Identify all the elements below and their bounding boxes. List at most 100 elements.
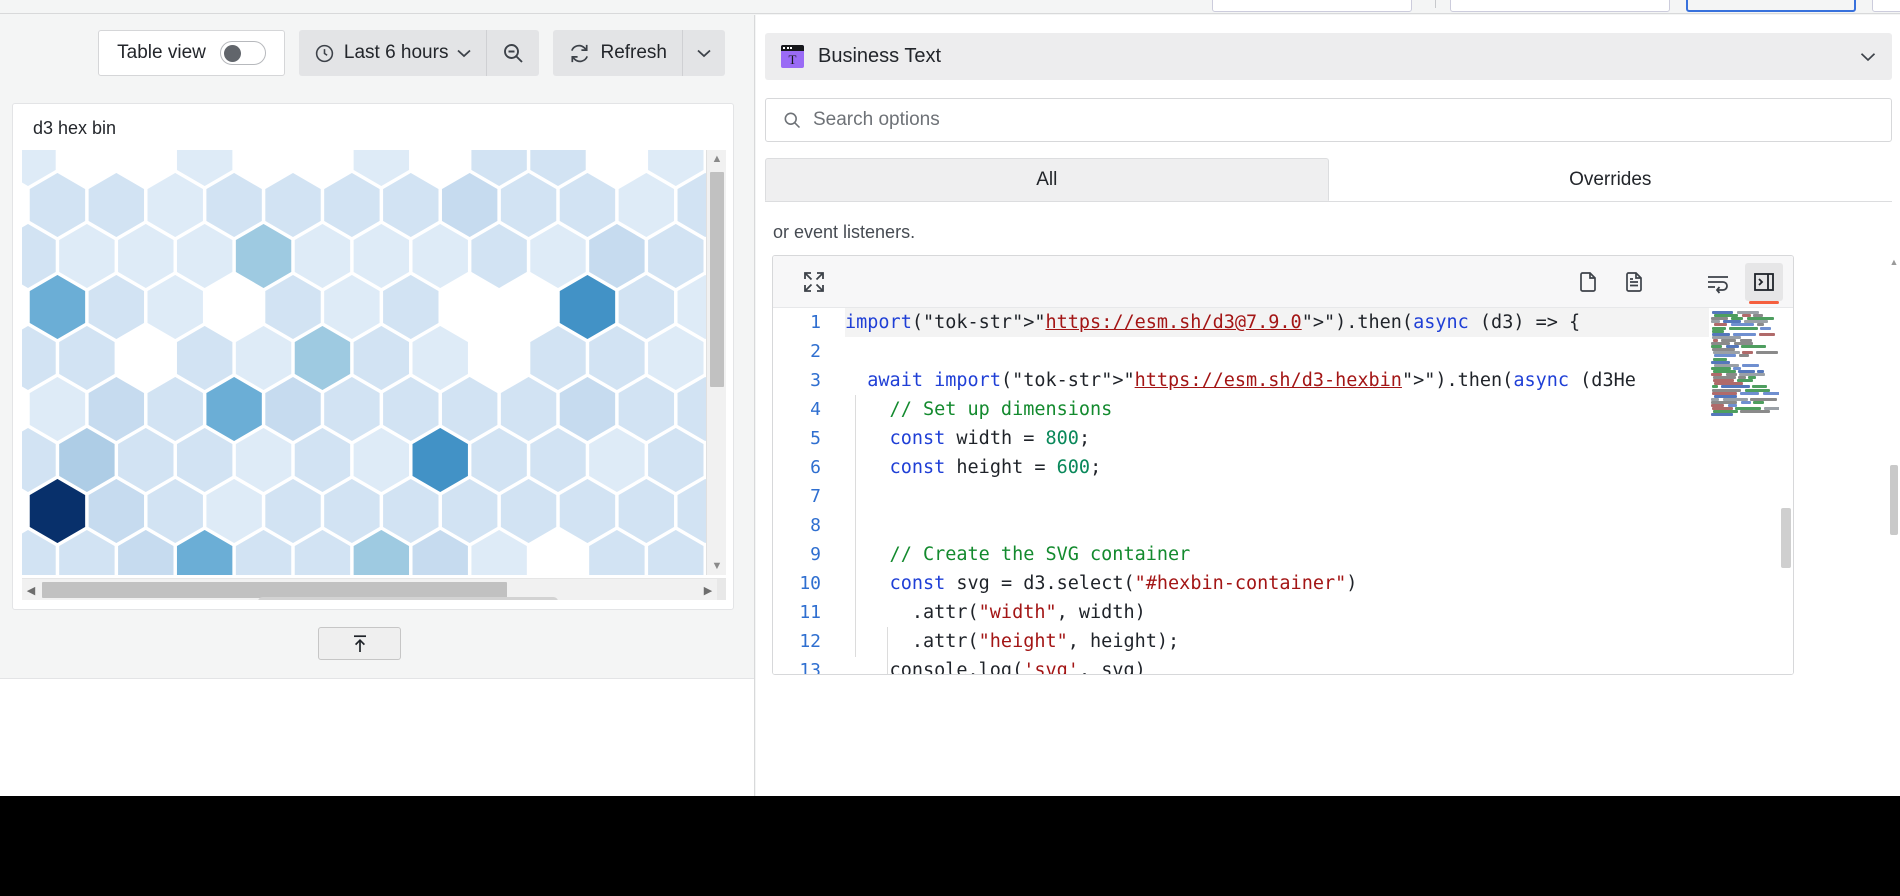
top-field-2[interactable] xyxy=(1450,0,1670,12)
code-line[interactable]: // Set up dimensions xyxy=(845,395,1112,424)
clock-icon xyxy=(314,43,335,64)
editor-scroll-thumb[interactable] xyxy=(1781,508,1791,568)
table-view-switch[interactable]: Table view xyxy=(98,30,285,76)
search-icon xyxy=(782,110,802,130)
hexbin-viewport xyxy=(22,150,717,575)
table-view-toggle[interactable] xyxy=(220,41,266,65)
triangle-down-icon[interactable]: ▼ xyxy=(707,557,726,575)
code-line[interactable]: console.log('svg', svg) xyxy=(845,656,1146,675)
triangle-right-icon[interactable]: ▶ xyxy=(699,579,717,600)
minimap-row xyxy=(1741,345,1766,348)
document-lines-icon[interactable] xyxy=(1615,263,1653,301)
options-panel-title: Business Text xyxy=(818,45,941,68)
dashboard-left-pane: Table view Last 6 hours xyxy=(0,15,755,796)
time-range-picker-button[interactable]: Last 6 hours xyxy=(299,30,487,76)
minimap-row xyxy=(1712,385,1718,388)
hexbin-panel: d3 hex bin ▲ ▼ ◀ ▶ xyxy=(12,103,734,610)
editor-vertical-scrollbar[interactable] xyxy=(1779,308,1793,675)
top-field-1[interactable] xyxy=(1212,0,1412,12)
code-editor: 123456789101112131415 import("tok-str">"… xyxy=(772,255,1794,675)
line-number: 13 xyxy=(799,656,821,675)
top-field-3-focused[interactable] xyxy=(1686,0,1856,12)
expand-icon[interactable] xyxy=(795,263,833,301)
code-area[interactable]: 123456789101112131415 import("tok-str">"… xyxy=(773,308,1794,675)
zoom-out-button[interactable] xyxy=(487,30,539,76)
scrollbar-corner xyxy=(717,579,726,600)
tab-all-label: All xyxy=(1036,169,1057,191)
minimap-row xyxy=(1714,323,1727,326)
line-number: 2 xyxy=(810,337,821,366)
options-panel-header[interactable]: T Business Text xyxy=(765,33,1892,80)
screen-bottom-letterbox xyxy=(0,796,1900,896)
chevron-down-icon xyxy=(697,49,711,58)
minimap-row xyxy=(1741,401,1751,404)
minimap-row xyxy=(1711,413,1733,416)
tab-overrides[interactable]: Overrides xyxy=(1329,158,1893,201)
line-number: 8 xyxy=(810,511,821,540)
minimap-row xyxy=(1731,323,1754,326)
word-wrap-icon[interactable] xyxy=(1699,263,1737,301)
time-range-group: Last 6 hours xyxy=(299,30,540,76)
new-file-icon[interactable] xyxy=(1569,263,1607,301)
dashboard-toolbar: Table view Last 6 hours xyxy=(0,15,755,91)
hexbin-vertical-scrollbar[interactable]: ▲ ▼ xyxy=(706,150,726,575)
refresh-label: Refresh xyxy=(600,42,667,64)
options-tabs: All Overrides xyxy=(765,158,1892,202)
line-number: 11 xyxy=(799,598,821,627)
line-number: 7 xyxy=(810,482,821,511)
triangle-up-icon[interactable]: ▲ xyxy=(1888,255,1900,269)
options-scroll-thumb[interactable] xyxy=(1890,465,1898,535)
code-line[interactable]: const svg = d3.select("#hexbin-container… xyxy=(845,569,1357,598)
chevron-down-icon xyxy=(457,49,471,58)
minimap-row xyxy=(1757,323,1764,326)
line-number: 9 xyxy=(810,540,821,569)
code-minimap[interactable] xyxy=(1709,308,1781,675)
h-scroll-thumb[interactable] xyxy=(42,582,507,598)
options-right-pane: T Business Text All Overrides xyxy=(756,15,1900,796)
code-line[interactable]: await import("tok-str">"https://esm.sh/d… xyxy=(845,366,1636,395)
refresh-interval-dropdown[interactable] xyxy=(683,30,725,76)
minimap-row xyxy=(1760,327,1771,330)
business-text-panel-icon: T xyxy=(781,45,804,68)
v-scroll-thumb[interactable] xyxy=(710,172,724,387)
line-number: 6 xyxy=(810,453,821,482)
inner-scroll-indicator[interactable] xyxy=(258,597,558,600)
option-description: or event listeners. xyxy=(765,209,1892,249)
code-line[interactable]: import("tok-str">"https://esm.sh/d3@7.9.… xyxy=(845,308,1794,337)
zoom-out-icon xyxy=(501,41,525,65)
hexbin-chart[interactable] xyxy=(22,150,717,575)
table-view-label: Table view xyxy=(117,42,206,64)
line-number: 12 xyxy=(799,627,821,656)
minimap-row xyxy=(1759,333,1775,336)
code-line[interactable]: .attr("height", height); xyxy=(845,627,1179,656)
top-separator xyxy=(1435,0,1436,8)
arrow-to-top-icon xyxy=(350,633,370,655)
options-search-box[interactable] xyxy=(765,98,1892,142)
minimap-toggle-icon[interactable] xyxy=(1745,263,1783,301)
code-lines[interactable]: import("tok-str">"https://esm.sh/d3@7.9.… xyxy=(845,308,1794,675)
search-input[interactable] xyxy=(813,109,1875,131)
top-bar-fragment xyxy=(0,0,1900,14)
minimap-row xyxy=(1740,392,1759,395)
code-line[interactable]: const width = 800; xyxy=(845,424,1090,453)
triangle-left-icon[interactable]: ◀ xyxy=(22,579,40,600)
code-line[interactable]: .attr("width", width) xyxy=(845,598,1146,627)
line-number: 1 xyxy=(810,308,821,337)
minimap-row xyxy=(1753,401,1764,404)
minimap-row xyxy=(1742,364,1759,367)
scroll-to-top-button[interactable] xyxy=(318,627,401,660)
chevron-down-icon[interactable] xyxy=(1860,52,1876,62)
line-number: 4 xyxy=(810,395,821,424)
time-range-label: Last 6 hours xyxy=(344,42,449,64)
code-line[interactable]: // Create the SVG container xyxy=(845,540,1190,569)
line-number: 10 xyxy=(799,569,821,598)
toggle-knob xyxy=(224,45,241,62)
triangle-up-icon[interactable]: ▲ xyxy=(707,150,726,168)
refresh-button[interactable]: Refresh xyxy=(553,30,682,76)
options-pane-scrollbar[interactable]: ▲ ▼ xyxy=(1888,255,1900,796)
top-field-4[interactable] xyxy=(1872,0,1900,12)
code-editor-toolbar xyxy=(773,256,1794,308)
minimap-row xyxy=(1740,410,1770,413)
tab-all[interactable]: All xyxy=(765,158,1329,201)
code-line[interactable]: const height = 600; xyxy=(845,453,1101,482)
